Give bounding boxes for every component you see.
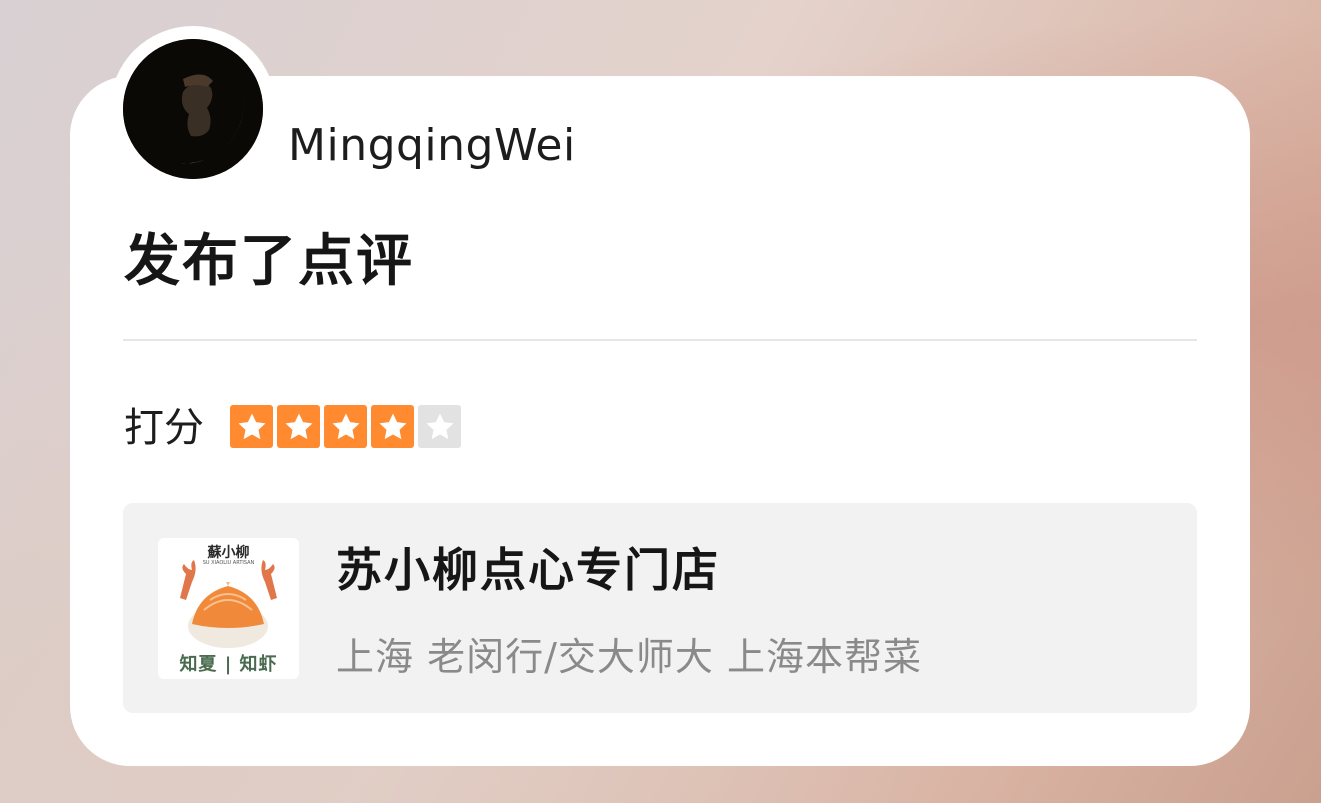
crescent-moon-avatar-icon	[123, 39, 263, 179]
rating-label: 打分	[124, 405, 204, 451]
logo-subtitle: SU XIAOLIU ARTISAN	[202, 560, 255, 566]
shop-meta: 上海 老闵行/交大师大 上海本帮菜	[336, 635, 922, 679]
star-icon	[230, 405, 273, 448]
divider	[123, 339, 1197, 341]
username[interactable]: MingqingWei	[288, 118, 576, 174]
shop-name[interactable]: 苏小柳点心专门店	[336, 540, 720, 600]
logo-title: 蘇小柳	[207, 545, 250, 561]
star-icon	[324, 405, 367, 448]
logo-bottom-text: 知夏 | 知虾	[179, 654, 278, 675]
action-title: 发布了点评	[124, 229, 414, 294]
avatar[interactable]	[123, 39, 263, 179]
rating-stars	[230, 405, 461, 448]
star-icon	[371, 405, 414, 448]
shop-thumbnail[interactable]: 蘇小柳 SU XIAOLIU ARTISAN 知夏 | 知虾	[158, 538, 299, 679]
star-icon	[277, 405, 320, 448]
star-icon	[418, 405, 461, 448]
